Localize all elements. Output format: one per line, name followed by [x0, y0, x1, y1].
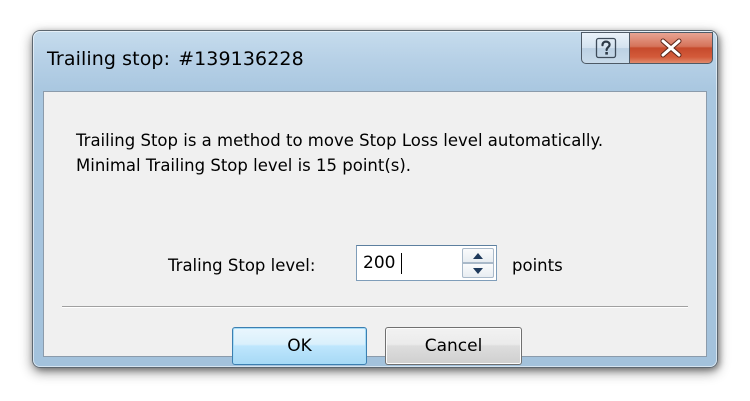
ok-button[interactable]: OK: [232, 327, 367, 365]
description-line-1: Trailing Stop is a method to move Stop L…: [76, 131, 604, 150]
trailing-stop-level-input[interactable]: [357, 246, 461, 280]
description-line-2: Minimal Trailing Stop level is 15 point(…: [76, 156, 412, 175]
arrow-up-icon: [473, 252, 483, 259]
units-label: points: [512, 256, 563, 275]
title-text: Trailing stop:: [47, 48, 171, 70]
trailing-stop-level-label: Traling Stop level:: [168, 256, 316, 275]
spin-buttons: [462, 248, 494, 278]
increment-button[interactable]: [462, 248, 494, 263]
close-x-icon: [660, 38, 682, 58]
trailing-stop-dialog: Trailing stop: #139136228 Trailing Stop i…: [32, 30, 718, 368]
help-button[interactable]: [581, 32, 629, 64]
arrow-down-icon: [473, 267, 483, 274]
close-button[interactable]: [629, 32, 713, 64]
caption-buttons: [581, 32, 713, 64]
dialog-content: Trailing Stop is a method to move Stop L…: [43, 91, 707, 365]
window-title: Trailing stop: #139136228: [47, 48, 304, 70]
ticket-number: #139136228: [178, 48, 304, 70]
separator-line: [62, 306, 688, 308]
trailing-stop-level-spinbox: [356, 245, 497, 281]
decrement-button[interactable]: [462, 263, 494, 278]
description-text: Trailing Stop is a method to move Stop L…: [76, 128, 603, 178]
cancel-button[interactable]: Cancel: [385, 327, 522, 365]
text-caret: [401, 253, 402, 274]
question-mark-icon: [595, 37, 616, 59]
